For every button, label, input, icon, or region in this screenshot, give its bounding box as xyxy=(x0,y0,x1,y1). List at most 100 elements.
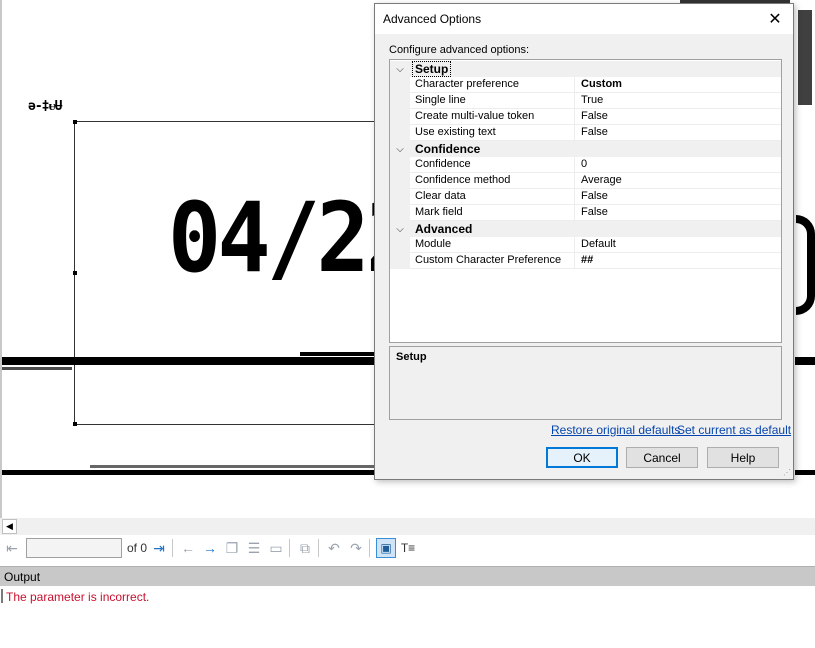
resize-grip-icon[interactable]: ⋰ xyxy=(783,468,791,477)
chevron-down-icon[interactable]: ⌵ xyxy=(390,224,410,235)
property-value[interactable]: True xyxy=(575,93,781,109)
property-row[interactable]: Custom Character Preference ## xyxy=(390,253,781,269)
first-page-icon[interactable]: ⇤ xyxy=(2,538,22,558)
property-name: Confidence method xyxy=(410,173,575,189)
scan-line-artifact xyxy=(90,465,375,468)
property-name: Mark field xyxy=(410,205,575,221)
row-gutter xyxy=(390,189,410,205)
category-setup[interactable]: ⌵ Setup xyxy=(390,61,781,77)
property-row[interactable]: Character preference Custom xyxy=(390,77,781,93)
property-row[interactable]: Confidence method Average xyxy=(390,173,781,189)
toolbar-separator xyxy=(289,539,291,557)
dialog-caption: Configure advanced options: xyxy=(389,44,530,56)
next-arrow-icon[interactable]: → xyxy=(200,538,220,558)
split-page-icon[interactable]: ☰ xyxy=(244,538,264,558)
rotate-right-icon[interactable]: ↷ xyxy=(346,538,366,558)
scan-line-artifact xyxy=(795,357,815,365)
property-row[interactable]: Single line True xyxy=(390,93,781,109)
property-value[interactable]: ## xyxy=(575,253,781,269)
previous-arrow-icon[interactable]: ← xyxy=(178,538,198,558)
toolbar-separator xyxy=(318,539,320,557)
output-panel-header: Output xyxy=(0,566,815,586)
property-row[interactable]: Clear data False xyxy=(390,189,781,205)
dialog-titlebar[interactable]: Advanced Options ✕ xyxy=(375,4,793,34)
row-gutter xyxy=(390,173,410,189)
selection-handle[interactable] xyxy=(73,120,77,124)
text-view-icon[interactable]: T≡ xyxy=(398,538,418,558)
horizontal-scrollbar[interactable]: ◀ xyxy=(0,518,815,535)
scan-line-artifact xyxy=(795,470,815,475)
category-confidence[interactable]: ⌵ Confidence xyxy=(390,141,781,157)
ok-button[interactable]: OK xyxy=(546,447,618,468)
selection-handle[interactable] xyxy=(73,422,77,426)
rotate-left-icon[interactable]: ↶ xyxy=(324,538,344,558)
property-description-pane: Setup xyxy=(389,346,782,420)
property-name: Clear data xyxy=(410,189,575,205)
page-count-label: of 0 xyxy=(127,541,148,555)
property-value[interactable]: 0 xyxy=(575,157,781,173)
row-gutter xyxy=(390,157,410,173)
property-name: Create multi-value token xyxy=(410,109,575,125)
chevron-down-icon[interactable]: ⌵ xyxy=(390,144,410,155)
folder-icon[interactable]: ▭ xyxy=(266,538,286,558)
property-grid[interactable]: ⌵ Setup Character preference Custom Sing… xyxy=(389,59,782,343)
property-value[interactable]: Custom xyxy=(575,77,781,93)
property-row[interactable]: Mark field False xyxy=(390,205,781,221)
stack-pages-icon[interactable]: ⧉ xyxy=(295,538,315,558)
category-label: Advanced xyxy=(415,222,473,236)
output-panel: The parameter is incorrect. xyxy=(0,586,815,648)
output-error-message: The parameter is incorrect. xyxy=(6,590,150,604)
property-name: Use existing text xyxy=(410,125,575,141)
cancel-button[interactable]: Cancel xyxy=(626,447,698,468)
property-row[interactable]: Module Default xyxy=(390,237,781,253)
row-gutter xyxy=(390,109,410,125)
row-gutter xyxy=(390,237,410,253)
scan-line-artifact xyxy=(2,367,72,370)
row-gutter xyxy=(390,93,410,109)
output-line-marker xyxy=(1,589,3,603)
output-panel-title: Output xyxy=(4,569,41,584)
category-advanced[interactable]: ⌵ Advanced xyxy=(390,221,781,237)
description-title: Setup xyxy=(396,351,427,363)
set-default-link[interactable]: Set current as default xyxy=(677,423,791,437)
scan-glyph-fragment xyxy=(796,215,815,315)
chevron-down-icon[interactable]: ⌵ xyxy=(390,64,410,75)
property-value[interactable]: False xyxy=(575,109,781,125)
property-name: Module xyxy=(410,237,575,253)
image-view-icon[interactable]: ▣ xyxy=(376,538,397,558)
selection-handle[interactable] xyxy=(73,271,77,275)
property-row[interactable]: Use existing text False xyxy=(390,125,781,141)
row-gutter xyxy=(390,205,410,221)
property-value[interactable]: Average xyxy=(575,173,781,189)
scan-noise-artifact xyxy=(798,10,812,105)
property-name: Single line xyxy=(410,93,575,109)
page-navigation-toolbar: ⇤ of 0 ⇥ ← → ❐ ☰ ▭ ⧉ ↶ ↷ ▣ T≡ xyxy=(0,535,815,561)
property-name: Confidence xyxy=(410,157,575,173)
toolbar-separator xyxy=(172,539,174,557)
help-button[interactable]: Help xyxy=(707,447,779,468)
scan-line-artifact xyxy=(300,352,375,356)
viewer-left-border xyxy=(0,0,2,518)
property-row[interactable]: Create multi-value token False xyxy=(390,109,781,125)
copy-page-icon[interactable]: ❐ xyxy=(222,538,242,558)
page-number-input[interactable] xyxy=(26,538,122,558)
dialog-title: Advanced Options xyxy=(383,12,482,26)
document-small-text: ǝ-‡ᵾɄ xyxy=(28,99,62,114)
category-label: Setup xyxy=(411,61,452,77)
row-gutter xyxy=(390,125,410,141)
property-name: Character preference xyxy=(410,77,575,93)
property-value[interactable]: False xyxy=(575,125,781,141)
restore-defaults-link[interactable]: Restore original defaults xyxy=(551,423,680,437)
scan-line-artifact xyxy=(2,470,375,475)
scroll-left-icon[interactable]: ◀ xyxy=(2,519,17,534)
close-icon[interactable]: ✕ xyxy=(765,9,785,29)
go-to-page-icon[interactable]: ⇥ xyxy=(149,538,169,558)
scan-line-artifact xyxy=(2,357,375,365)
category-label: Confidence xyxy=(415,142,481,156)
property-value[interactable]: Default xyxy=(575,237,781,253)
property-value[interactable]: False xyxy=(575,205,781,221)
property-value[interactable]: False xyxy=(575,189,781,205)
advanced-options-dialog: Advanced Options ✕ Configure advanced op… xyxy=(374,3,794,480)
row-gutter xyxy=(390,77,410,93)
property-row[interactable]: Confidence 0 xyxy=(390,157,781,173)
